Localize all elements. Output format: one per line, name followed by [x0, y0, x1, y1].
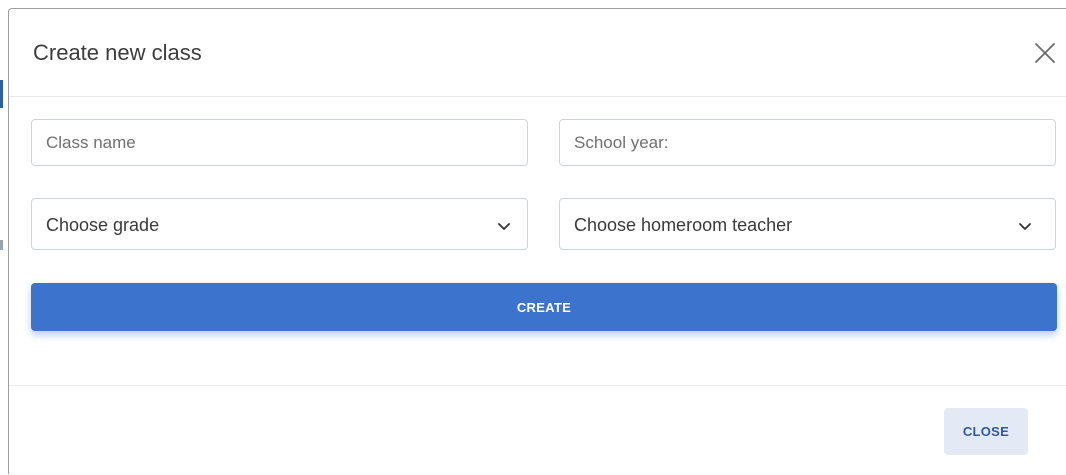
dialog-footer	[9, 385, 1066, 475]
grade-select[interactable]: Choose grade	[31, 198, 528, 250]
school-year-input[interactable]	[559, 119, 1056, 166]
dialog-title: Create new class	[33, 40, 202, 65]
homeroom-teacher-select-value: Choose homeroom teacher	[574, 215, 793, 235]
close-button[interactable]: CLOSE	[944, 408, 1028, 455]
grade-select-value: Choose grade	[46, 215, 160, 235]
dialog-header: Create new class	[9, 9, 1066, 97]
close-x-icon[interactable]	[1033, 41, 1057, 65]
create-class-dialog: Create new class Choose grade Choose hom…	[8, 8, 1066, 474]
chevron-down-icon	[497, 219, 511, 230]
create-button-label: CREATE	[516, 299, 572, 315]
close-button-label: CLOSE	[962, 424, 1010, 439]
homeroom-teacher-select[interactable]: Choose homeroom teacher	[559, 198, 1056, 250]
background-edge-tick	[0, 240, 3, 250]
background-edge-bar	[0, 80, 3, 108]
class-name-input[interactable]	[31, 119, 528, 166]
create-button[interactable]: CREATE	[31, 283, 1057, 331]
chevron-down-icon	[1018, 219, 1032, 230]
